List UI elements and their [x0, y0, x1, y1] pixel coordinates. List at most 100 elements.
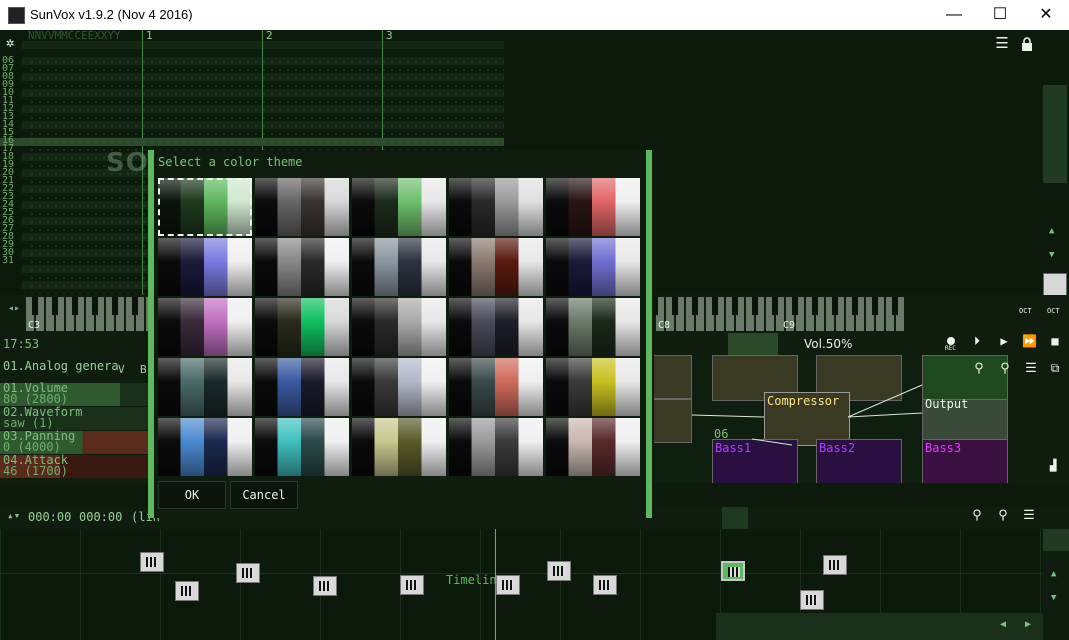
theme-swatch[interactable]	[158, 418, 252, 476]
pattern-block[interactable]	[313, 576, 337, 596]
controller-value: saw (1)	[3, 416, 54, 430]
volume-label[interactable]: Vol.50%	[804, 337, 852, 351]
theme-swatch[interactable]	[352, 238, 446, 296]
tab-b[interactable]: B	[140, 363, 147, 376]
zoom-in-icon[interactable]: ⚲	[996, 361, 1014, 376]
row-number: 31	[2, 255, 15, 266]
theme-swatch[interactable]	[449, 298, 543, 356]
theme-swatch[interactable]	[352, 178, 446, 236]
tab-v[interactable]: V	[118, 363, 125, 376]
levels-icon[interactable]: ▟	[1044, 459, 1062, 472]
scroll-down-icon[interactable]: ▼	[1051, 593, 1056, 603]
theme-swatch[interactable]	[546, 298, 640, 356]
timeline-scroll-thumb[interactable]	[1043, 529, 1069, 551]
zoom-out-icon[interactable]: ⚲	[968, 508, 986, 523]
theme-swatch[interactable]	[255, 298, 349, 356]
pattern-block[interactable]	[547, 561, 571, 581]
pattern-scrollbar[interactable]	[1043, 85, 1067, 183]
track-label: 1	[146, 29, 153, 42]
pattern-column-header: NNVVMMCCEEXXYY	[28, 29, 121, 42]
theme-swatch[interactable]	[352, 418, 446, 476]
controller-value: 0 (4000)	[3, 440, 61, 454]
zoom-in-icon[interactable]: ⚲	[994, 508, 1012, 523]
theme-swatch[interactable]	[449, 238, 543, 296]
color-theme-dialog: Select a color theme OK Cancel	[148, 150, 654, 518]
controller-value: 46 (1700)	[3, 464, 69, 478]
cancel-button[interactable]: Cancel	[230, 481, 298, 509]
timeline-vscroll[interactable]: ▲ ▼	[1043, 529, 1069, 640]
octave-down-button[interactable]: OCT	[1019, 307, 1032, 315]
pattern-block[interactable]	[800, 590, 824, 610]
theme-swatch[interactable]	[255, 238, 349, 296]
timeline[interactable]: Timeline ◀ ▶	[0, 529, 1043, 640]
stop-icon[interactable]: ■	[1048, 334, 1062, 348]
module-name: 01.Analog genera	[3, 359, 119, 373]
controller-waveform[interactable]: 02.Waveform saw (1)	[0, 406, 150, 430]
play-pattern-icon[interactable]: ⏩	[1022, 334, 1037, 348]
theme-swatch[interactable]	[449, 418, 543, 476]
window-title: SunVox v1.9.2 (Nov 4 2016)	[30, 7, 193, 22]
maximize-button[interactable]: ☐	[977, 0, 1023, 30]
pattern-block[interactable]	[175, 581, 199, 601]
minimize-button[interactable]: —	[931, 0, 977, 30]
theme-swatch[interactable]	[158, 238, 252, 296]
pattern-block[interactable]	[236, 563, 260, 583]
selected-pattern-block[interactable]	[721, 561, 745, 581]
theme-swatch[interactable]	[255, 178, 349, 236]
theme-swatch[interactable]	[352, 298, 446, 356]
controller-panning[interactable]: 03.Panning 0 (4000)	[0, 430, 150, 454]
theme-swatch[interactable]	[255, 418, 349, 476]
timeline-scrollbar[interactable]	[716, 613, 1043, 640]
octave-up-button[interactable]: OCT	[1047, 307, 1060, 315]
module-properties-panel: 01.Analog genera V B 01.Volume 80 (2800)…	[0, 355, 150, 485]
pattern-block[interactable]	[823, 555, 847, 575]
key-label: C8	[658, 320, 671, 331]
theme-swatch[interactable]	[352, 358, 446, 416]
theme-swatch[interactable]	[449, 178, 543, 236]
timeline-marker[interactable]	[722, 507, 748, 529]
theme-swatch[interactable]	[449, 358, 543, 416]
pattern-block[interactable]	[400, 575, 424, 595]
key-label: C3	[28, 320, 41, 331]
pattern-block[interactable]	[593, 575, 617, 595]
module-view[interactable]: Output Compressor 06 Bass1 Bass2 Bass3	[652, 355, 1010, 483]
menu-icon[interactable]: ☰	[992, 34, 1012, 52]
close-button[interactable]: ✕	[1023, 0, 1069, 30]
controller-value: 80 (2800)	[3, 392, 69, 406]
menu-icon[interactable]: ☰	[1022, 361, 1040, 376]
menu-icon[interactable]: ☰	[1020, 508, 1038, 523]
theme-swatch[interactable]	[546, 238, 640, 296]
controller-volume[interactable]: 01.Volume 80 (2800)	[0, 382, 150, 406]
play-icon[interactable]: ▶	[997, 334, 1011, 348]
controller-attack[interactable]: 04.Attack 46 (1700)	[0, 454, 150, 478]
scroll-down-icon[interactable]: ▼	[1049, 250, 1054, 260]
pattern-block[interactable]	[496, 575, 520, 595]
row-number-column: 06 07 08 09 10 11 12 13 14 15 16 17 18 1…	[2, 56, 22, 266]
theme-swatch[interactable]	[546, 358, 640, 416]
theme-swatch[interactable]	[158, 358, 252, 416]
theme-swatch[interactable]	[158, 298, 252, 356]
scroll-up-icon[interactable]: ▲	[1049, 226, 1054, 236]
dialog-border-left	[148, 150, 154, 518]
scroll-right-icon[interactable]: ▶	[1025, 619, 1031, 630]
module-icon[interactable]	[1043, 273, 1067, 297]
scroll-left-icon[interactable]: ◀	[1000, 619, 1006, 630]
theme-swatch[interactable]	[546, 418, 640, 476]
pattern-block[interactable]	[140, 552, 164, 572]
theme-swatch[interactable]	[546, 178, 640, 236]
theme-swatch[interactable]	[255, 358, 349, 416]
zoom-out-icon[interactable]: ⚲	[970, 361, 988, 376]
link-icon[interactable]: ⧉	[1046, 361, 1064, 376]
ok-button[interactable]: OK	[158, 481, 226, 509]
volume-bar[interactable]	[728, 333, 778, 355]
lock-icon[interactable]	[1020, 36, 1034, 51]
module-view-tools: ⚲ ⚲ ☰ ⧉ ▟	[974, 355, 1069, 485]
track-label: 3	[386, 29, 393, 42]
timeline-arrows-icon[interactable]: ▴▾	[7, 509, 20, 522]
keyboard-arrows-icon[interactable]: ◂▸	[8, 303, 20, 314]
dialog-border-right	[646, 150, 652, 518]
theme-swatch[interactable]	[158, 178, 252, 236]
scroll-up-icon[interactable]: ▲	[1051, 569, 1056, 579]
play-from-start-icon[interactable]: ⏵	[970, 334, 984, 349]
time-display: 17:53	[3, 337, 40, 351]
